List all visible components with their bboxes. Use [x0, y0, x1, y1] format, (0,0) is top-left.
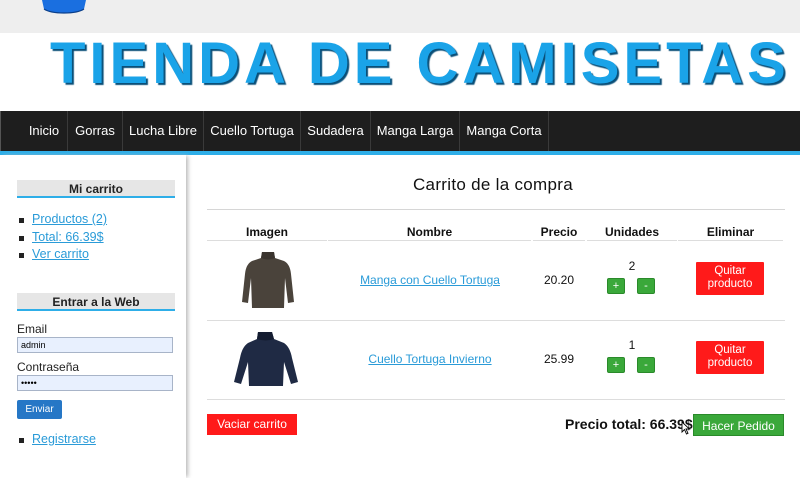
- nav-item-manga-larga[interactable]: Manga Larga: [371, 111, 460, 151]
- increase-quantity-button[interactable]: +: [607, 357, 625, 373]
- list-item: Productos (2): [17, 211, 107, 229]
- total-link[interactable]: Total: 66.39$: [32, 230, 104, 244]
- decrease-quantity-button[interactable]: -: [637, 278, 655, 294]
- cart-total: Precio total: 66.39$: [565, 416, 693, 432]
- nav-item-cuello-tortuga[interactable]: Cuello Tortuga: [204, 111, 301, 151]
- divider: [678, 240, 783, 241]
- empty-cart-button[interactable]: Vaciar carrito: [207, 414, 297, 435]
- view-cart-link[interactable]: Ver carrito: [32, 247, 89, 261]
- divider: [587, 240, 677, 241]
- divider: [207, 240, 327, 241]
- main-nav: Inicio Gorras Lucha Libre Cuello Tortuga…: [0, 111, 800, 151]
- brown-turtleneck-image: [242, 252, 294, 308]
- column-header-name: Nombre: [406, 225, 453, 239]
- increase-quantity-button[interactable]: +: [607, 278, 625, 294]
- divider: [533, 240, 585, 241]
- send-button[interactable]: Enviar: [17, 400, 62, 419]
- nav-item-sudadera[interactable]: Sudadera: [301, 111, 371, 151]
- site-title: TIENDA DE CAMISETAS: [50, 31, 790, 96]
- remove-product-button[interactable]: Quitar producto: [696, 262, 764, 295]
- decrease-quantity-button[interactable]: -: [637, 357, 655, 373]
- list-item: Total: 66.39$: [17, 229, 107, 247]
- list-item: Registrarse: [17, 431, 96, 449]
- nav-item-inicio[interactable]: Inicio: [21, 111, 68, 151]
- email-field[interactable]: admin: [17, 337, 173, 353]
- mouse-cursor-icon: [681, 421, 691, 435]
- column-header-image: Imagen: [245, 225, 288, 239]
- product-name-link[interactable]: Cuello Tortuga Invierno: [330, 352, 530, 366]
- products-link[interactable]: Productos (2): [32, 212, 107, 226]
- cart-summary-list: Productos (2) Total: 66.39$ Ver carrito: [17, 211, 107, 264]
- nav-item-lucha-libre[interactable]: Lucha Libre: [123, 111, 204, 151]
- remove-product-button[interactable]: Quitar producto: [696, 341, 764, 374]
- banner: TIENDA DE CAMISETAS: [0, 31, 800, 111]
- page-title: Carrito de la compra: [412, 175, 573, 194]
- column-header-price: Precio: [540, 225, 578, 239]
- password-field[interactable]: •••••: [17, 375, 173, 391]
- password-label: Contraseña: [17, 360, 80, 374]
- shirt-logo-icon: [42, 0, 86, 14]
- divider: [207, 320, 785, 321]
- divider: [207, 399, 785, 400]
- cart-heading: Mi carrito: [17, 180, 175, 198]
- product-units: 1: [628, 338, 636, 352]
- cart-content: Carrito de la compra Imagen Nombre Preci…: [186, 155, 800, 478]
- column-header-remove: Eliminar: [706, 225, 755, 239]
- register-list: Registrarse: [17, 431, 96, 449]
- product-price: 25.99: [543, 352, 575, 366]
- nav-item-gorras[interactable]: Gorras: [68, 111, 123, 151]
- email-label: Email: [17, 322, 48, 336]
- navy-turtleneck-image: [234, 332, 298, 386]
- sidebar: Mi carrito Productos (2) Total: 66.39$ V…: [0, 155, 186, 478]
- divider: [207, 209, 785, 210]
- top-bar: [0, 0, 800, 33]
- divider: [328, 240, 531, 241]
- place-order-button[interactable]: Hacer Pedido: [693, 414, 784, 436]
- product-name-link[interactable]: Manga con Cuello Tortuga: [330, 273, 530, 287]
- login-heading: Entrar a la Web: [17, 293, 175, 311]
- product-units: 2: [628, 259, 636, 273]
- product-price: 20.20: [543, 273, 575, 287]
- column-header-units: Unidades: [604, 225, 659, 239]
- list-item: Ver carrito: [17, 246, 107, 264]
- nav-item-manga-corta[interactable]: Manga Corta: [460, 111, 549, 151]
- register-link[interactable]: Registrarse: [32, 432, 96, 446]
